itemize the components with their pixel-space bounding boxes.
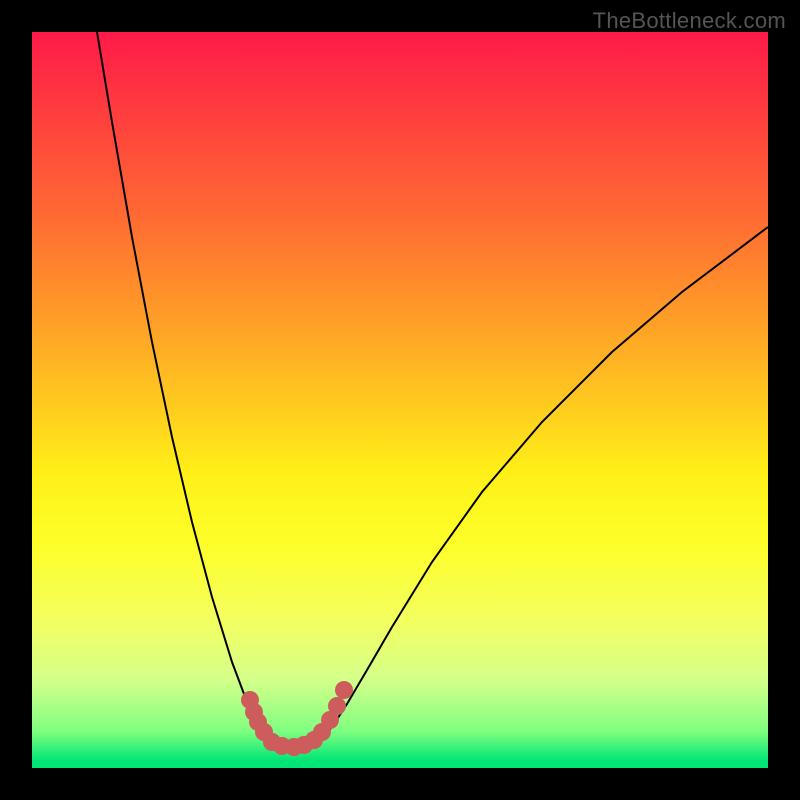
valley-marker-group xyxy=(241,681,353,756)
watermark-text: TheBottleneck.com xyxy=(593,8,786,34)
valley-marker-dot xyxy=(328,697,346,715)
chart-svg xyxy=(32,32,768,768)
valley-marker-dot xyxy=(335,681,353,699)
left-curve-line xyxy=(97,32,270,744)
plot-area xyxy=(32,32,768,768)
right-curve-line xyxy=(312,227,768,744)
